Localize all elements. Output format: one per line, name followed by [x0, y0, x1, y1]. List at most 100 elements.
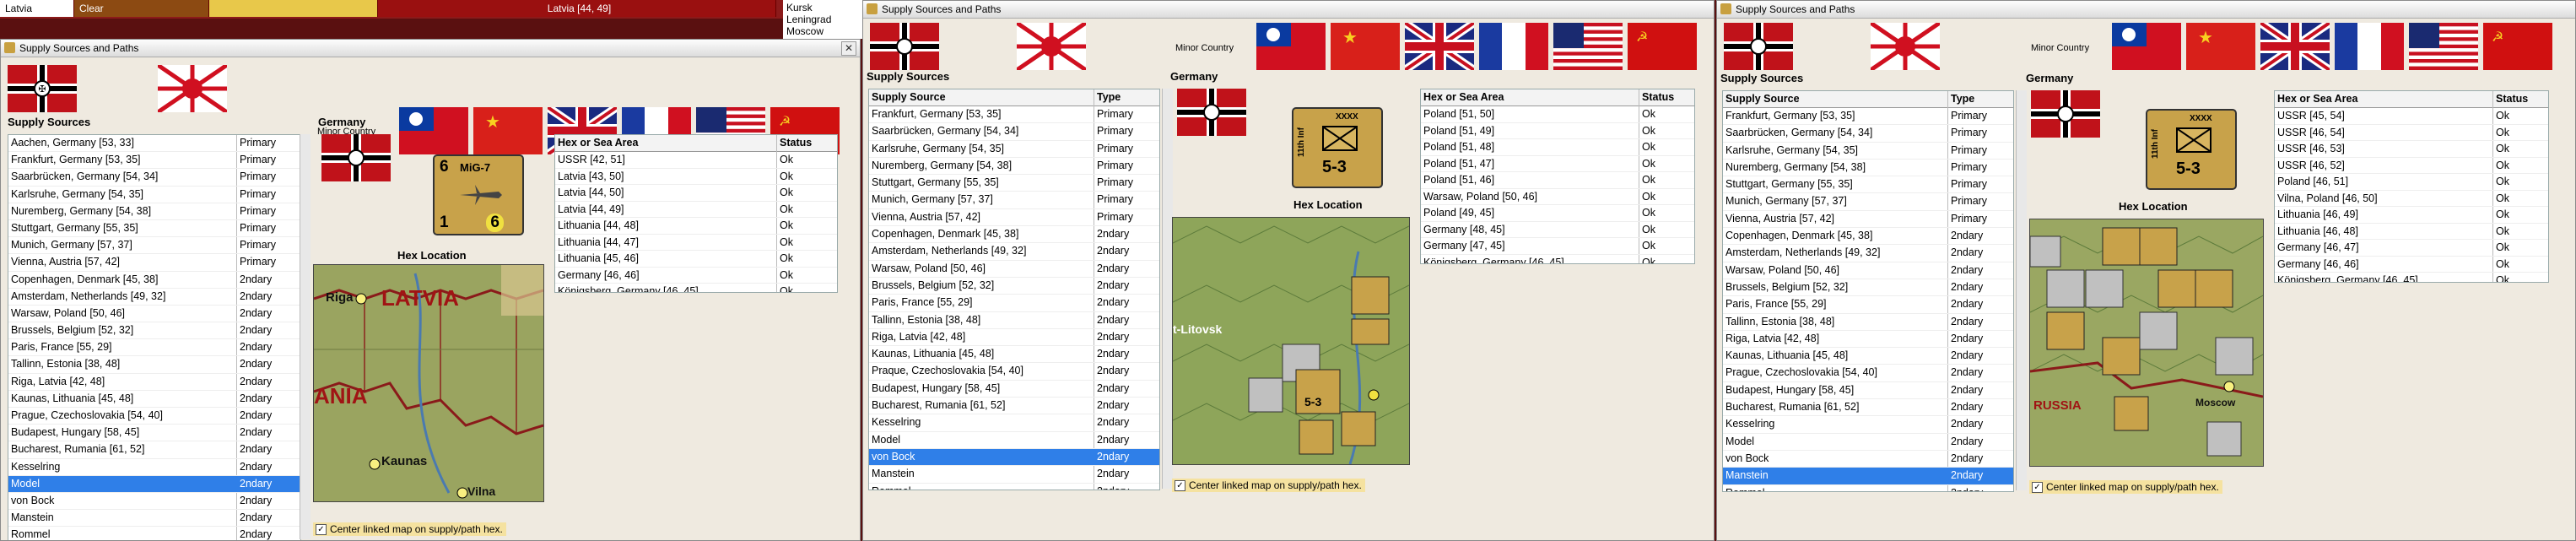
- path-row[interactable]: Vilna, Poland [46, 50] Ok: [2275, 191, 2548, 207]
- supply-source-row[interactable]: Prague, Czechoslovakia [54, 40] 2ndary: [8, 408, 300, 425]
- japan-flag-icon[interactable]: [156, 62, 229, 115]
- supply-source-row[interactable]: Karlsruhe, Germany [54, 35] Primary: [869, 141, 1159, 158]
- supply-source-row[interactable]: Manstein 2ndary: [8, 510, 300, 527]
- supply-source-row[interactable]: Frankfurt, Germany [53, 35] Primary: [1723, 108, 2013, 126]
- china-nationalist-flag-icon[interactable]: [399, 107, 468, 154]
- supply-source-row[interactable]: Warsaw, Poland [50, 46] 2ndary: [8, 306, 300, 323]
- checkbox[interactable]: ✓: [1175, 480, 1185, 491]
- supply-source-row[interactable]: Copenhagen, Denmark [45, 38] 2ndary: [8, 272, 300, 289]
- supply-source-row[interactable]: Kesselring 2ndary: [1723, 416, 2013, 434]
- supply-source-row[interactable]: Rommel 2ndary: [1723, 485, 2013, 491]
- supply-source-row[interactable]: Saarbrücken, Germany [54, 34] Primary: [1723, 125, 2013, 143]
- path-row[interactable]: Lithuania [46, 49] Ok: [2275, 207, 2548, 224]
- supply-source-row[interactable]: Stuttgart, Germany [55, 35] Primary: [8, 220, 300, 238]
- supply-list-scrollbar[interactable]: [2016, 90, 2027, 490]
- center-linked-checkbox[interactable]: ✓ Center linked map on supply/path hex.: [313, 522, 506, 536]
- supply-source-row[interactable]: Munich, Germany [57, 37] Primary: [869, 192, 1159, 209]
- supply-source-row[interactable]: Munich, Germany [57, 37] Primary: [1723, 193, 2013, 211]
- hex-location-map[interactable]: Riga LATVIA ANIA Kaunas Vilna: [313, 264, 544, 502]
- unit-counter-mig7[interactable]: 6 MiG-7 1 6: [433, 154, 524, 235]
- supply-source-row[interactable]: Copenhagen, Denmark [45, 38] 2ndary: [1723, 228, 2013, 246]
- path-row[interactable]: Latvia [44, 50] Ok: [555, 185, 837, 202]
- supply-source-row[interactable]: Kaunas, Lithuania [45, 48] 2ndary: [869, 346, 1159, 364]
- supply-source-row[interactable]: Paris, France [55, 29] 2ndary: [869, 295, 1159, 312]
- ussr-flag-icon[interactable]: ☭: [1628, 23, 1697, 70]
- supply-source-row[interactable]: Stuttgart, Germany [55, 35] Primary: [869, 175, 1159, 192]
- supply-source-row[interactable]: von Bock 2ndary: [8, 493, 300, 511]
- supply-source-row[interactable]: Kesselring 2ndary: [869, 414, 1159, 432]
- supply-source-row[interactable]: Manstein 2ndary: [1723, 468, 2013, 485]
- path-row[interactable]: USSR [42, 51] Ok: [555, 152, 837, 169]
- supply-source-row[interactable]: Budapest, Hungary [58, 45] 2ndary: [869, 381, 1159, 398]
- supply-source-row[interactable]: Frankfurt, Germany [53, 35] Primary: [869, 106, 1159, 124]
- path-row[interactable]: Germany [46, 47] Ok: [2275, 240, 2548, 257]
- supply-source-row[interactable]: Model 2ndary: [1723, 434, 2013, 451]
- supply-source-row[interactable]: Stuttgart, Germany [55, 35] Primary: [1723, 176, 2013, 194]
- supply-source-row[interactable]: Budapest, Hungary [58, 45] 2ndary: [1723, 382, 2013, 400]
- center-linked-checkbox[interactable]: ✓ Center linked map on supply/path hex.: [1172, 479, 1365, 492]
- path-row[interactable]: USSR [46, 52] Ok: [2275, 158, 2548, 174]
- japan-flag-icon[interactable]: [1869, 20, 1941, 73]
- path-row[interactable]: Lithuania [44, 48] Ok: [555, 218, 837, 235]
- supply-source-row[interactable]: Amsterdam, Netherlands [49, 32] 2ndary: [869, 243, 1159, 261]
- supply-source-row[interactable]: Kesselring 2ndary: [8, 459, 300, 476]
- supply-source-row[interactable]: Bucharest, Rumania [61, 52] 2ndary: [1723, 399, 2013, 417]
- supply-source-row[interactable]: Tallinn, Estonia [38, 48] 2ndary: [1723, 314, 2013, 331]
- supply-source-row[interactable]: Saarbrücken, Germany [54, 34] Primary: [869, 123, 1159, 141]
- path-row[interactable]: Germany [48, 45] Ok: [1421, 222, 1694, 238]
- supply-source-row[interactable]: Bucharest, Rumania [61, 52] 2ndary: [8, 441, 300, 459]
- china-communist-flag-icon[interactable]: ★: [1331, 23, 1400, 70]
- supply-sources-list[interactable]: Supply Source Type Frankfurt, Germany [5…: [1722, 90, 2014, 492]
- supply-source-row[interactable]: Model 2ndary: [869, 432, 1159, 449]
- supply-source-row[interactable]: Brussels, Belgium [52, 32] 2ndary: [8, 322, 300, 340]
- supply-source-row[interactable]: Frankfurt, Germany [53, 35] Primary: [8, 152, 300, 170]
- supply-source-row[interactable]: Amsterdam, Netherlands [49, 32] 2ndary: [1723, 245, 2013, 262]
- supply-source-row[interactable]: Munich, Germany [57, 37] Primary: [8, 237, 300, 255]
- supply-source-row[interactable]: Kaunas, Lithuania [45, 48] 2ndary: [8, 391, 300, 408]
- path-row[interactable]: Poland [46, 51] Ok: [2275, 174, 2548, 191]
- china-communist-flag-icon[interactable]: ★: [2186, 23, 2255, 70]
- japan-flag-icon[interactable]: [1015, 20, 1088, 73]
- china-nationalist-flag-icon[interactable]: [2112, 23, 2181, 70]
- path-row[interactable]: Lithuania [46, 48] Ok: [2275, 224, 2548, 240]
- path-row[interactable]: Latvia [44, 49] Ok: [555, 202, 837, 218]
- germany-flag-icon[interactable]: [1724, 23, 1793, 70]
- supply-list-scrollbar[interactable]: [300, 134, 311, 539]
- supply-path-list[interactable]: Hex or Sea Area Status USSR [42, 51] Ok La…: [554, 134, 838, 293]
- supply-source-row[interactable]: Karlsruhe, Germany [54, 35] Primary: [1723, 143, 2013, 160]
- supply-source-row[interactable]: Brussels, Belgium [52, 32] 2ndary: [1723, 279, 2013, 297]
- supply-source-row[interactable]: Aachen, Germany [53, 33] Primary: [8, 135, 300, 153]
- supply-source-row[interactable]: Vienna, Austria [57, 42] Primary: [8, 254, 300, 272]
- supply-sources-list[interactable]: Supply Source Type Frankfurt, Germany [5…: [868, 89, 1160, 490]
- checkbox[interactable]: ✓: [2032, 482, 2043, 493]
- checkbox[interactable]: ✓: [316, 524, 327, 535]
- supply-source-row[interactable]: Tallinn, Estonia [38, 48] 2ndary: [869, 312, 1159, 329]
- supply-source-row[interactable]: Model 2ndary: [8, 475, 300, 493]
- supply-source-row[interactable]: Riga, Latvia [42, 48] 2ndary: [1723, 331, 2013, 349]
- supply-source-row[interactable]: Nuremberg, Germany [54, 38] Primary: [869, 158, 1159, 176]
- supply-source-row[interactable]: Amsterdam, Netherlands [49, 32] 2ndary: [8, 289, 300, 306]
- window-titlebar[interactable]: Supply Sources and Paths ✕: [1, 40, 860, 57]
- supply-source-row[interactable]: Rommel 2ndary: [8, 527, 300, 540]
- supply-source-row[interactable]: Copenhagen, Denmark [45, 38] 2ndary: [869, 226, 1159, 244]
- supply-source-row[interactable]: Vienna, Austria [57, 42] Primary: [869, 209, 1159, 227]
- path-row[interactable]: Germany [47, 45] Ok: [1421, 238, 1694, 255]
- path-row[interactable]: Latvia [43, 50] Ok: [555, 169, 837, 185]
- supply-sources-list[interactable]: Aachen, Germany [53, 33] Primary Frankfurt…: [8, 134, 301, 540]
- unit-counter-11th-inf[interactable]: XXXX 11th Inf 5-3: [2146, 109, 2237, 190]
- germany-flag-icon[interactable]: ✠: [8, 65, 77, 112]
- path-row[interactable]: Poland [51, 47] Ok: [1421, 156, 1694, 172]
- path-row[interactable]: Germany [46, 46] Ok: [555, 268, 837, 284]
- supply-source-row[interactable]: Praque, Czechoslovakia [54, 40] 2ndary: [869, 363, 1159, 381]
- supply-source-row[interactable]: Prague, Czechoslovakia [54, 40] 2ndary: [1723, 365, 2013, 382]
- supply-source-row[interactable]: Tallinn, Estonia [38, 48] 2ndary: [8, 356, 300, 374]
- uk-flag-icon[interactable]: [1402, 19, 1477, 74]
- supply-source-row[interactable]: Budapest, Hungary [58, 45] 2ndary: [8, 425, 300, 442]
- supply-source-row[interactable]: Nuremberg, Germany [54, 38] Primary: [8, 203, 300, 220]
- china-communist-flag-icon[interactable]: ★: [473, 107, 543, 154]
- path-row[interactable]: Poland [51, 46] Ok: [1421, 172, 1694, 189]
- supply-source-row[interactable]: von Bock 2ndary: [1723, 451, 2013, 468]
- supply-source-row[interactable]: von Bock 2ndary: [869, 448, 1159, 467]
- uk-flag-icon[interactable]: [2258, 19, 2332, 74]
- path-row[interactable]: Königsberg, Germany [46, 45] Ok: [555, 284, 837, 292]
